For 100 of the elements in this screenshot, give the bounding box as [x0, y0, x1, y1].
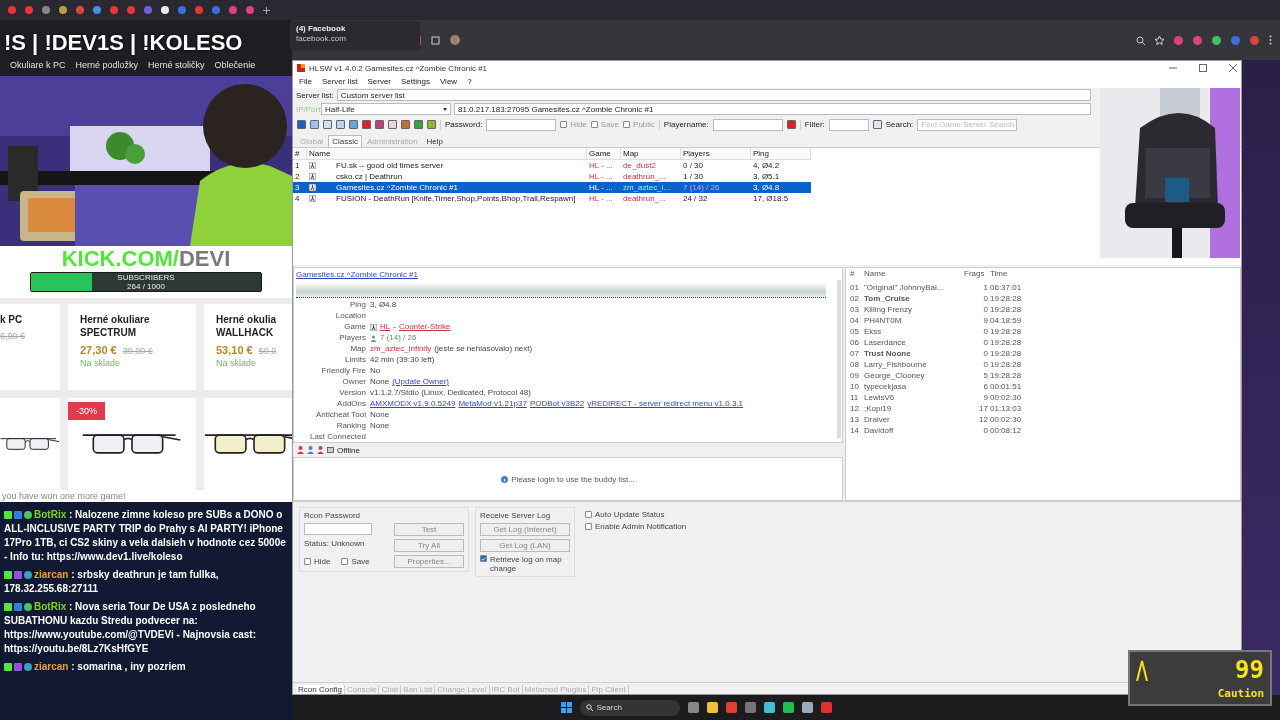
player-name: Ekss [864, 327, 883, 336]
square-icon[interactable] [401, 120, 410, 129]
column-header[interactable]: Map [621, 148, 681, 160]
chat-message: ziarcan : srbsky deathrun je tam fullka, 178.32.255.68:27111 [4, 568, 220, 596]
table-cell-text: 10 [850, 382, 860, 391]
status-dropdown[interactable]: Offline [337, 445, 360, 455]
detail-link[interactable]: yREDIRECT - server redirect menu v1.0.3.1 [587, 399, 744, 409]
plus-icon[interactable] [263, 6, 270, 14]
tab[interactable]: Classic [328, 135, 362, 147]
detail-link[interactable]: MetaMod v1.21p37 [458, 399, 527, 409]
product-name: k PC [0, 314, 24, 325]
product-card[interactable]: k PC 6,00 € [0, 304, 60, 390]
detail-link[interactable]: Counter-Strike [398, 322, 451, 332]
column-header[interactable]: Frags [964, 269, 990, 280]
discount-badge: -30% [68, 402, 105, 420]
table-cell-text: 12 [978, 415, 989, 424]
page-icon[interactable] [872, 120, 882, 129]
windows-icon[interactable] [560, 702, 572, 713]
column-header[interactable]: Game [587, 148, 621, 160]
menu-item[interactable]: Server list [321, 77, 358, 86]
star-icon[interactable] [1155, 35, 1164, 45]
checkbox[interactable] [585, 523, 592, 530]
detail-link[interactable]: (Update Owner) [392, 377, 450, 387]
menu-item[interactable]: ? [467, 77, 472, 86]
table-cell-text: HL - ... [588, 161, 614, 170]
menu-item[interactable]: Server [367, 77, 391, 86]
table-cell: Gamesites.cz ^Zombie Chronic #1 [336, 183, 459, 192]
detail-link[interactable]: AMXMODX v1.9.0.5249 [370, 399, 456, 409]
table-cell-text: 19:28:28 [990, 360, 1023, 369]
detail-link[interactable]: HL [380, 322, 391, 332]
table-row[interactable]: 2 csko.cz | Deathrun HL - ... deathrun_... 1 / 30 3, Ø5.1 [293, 171, 811, 182]
caret-icon [443, 107, 447, 111]
product-card[interactable]: Herné okulia WALLHACK 53,10 € 59,0 Na sklade [204, 304, 292, 390]
nav-link[interactable]: Oblečenie [214, 60, 256, 70]
app-icon[interactable] [801, 702, 813, 713]
app-icon[interactable] [782, 702, 794, 713]
menu-item[interactable]: Settings [401, 77, 430, 86]
table-cell-text: 12 [850, 404, 860, 413]
nav-link[interactable]: Okuliare k PC [10, 60, 66, 70]
checkbox[interactable] [560, 121, 568, 128]
puzzle-icon[interactable] [431, 35, 440, 45]
avatar-icon[interactable] [450, 35, 460, 45]
column-header[interactable]: # [850, 269, 864, 280]
maximize-icon[interactable] [1199, 64, 1207, 72]
page-icon[interactable] [388, 120, 397, 129]
table-row[interactable]: 1 FU.sk -- good old times server HL - ... de_dust2 0 / 30 4, Ø4.2 [293, 160, 811, 171]
table-cell-text: 04:18:59 [990, 316, 1023, 325]
square-icon[interactable] [375, 120, 384, 129]
hud-value: 99 [1235, 656, 1264, 685]
square-icon[interactable] [414, 120, 423, 129]
chat-message: BotRix : Nalozene zimne koleso pre SUBs a DONO o ALL-INCLUSIVE PARTY TRIP do Prahy s AI PARTY! iPhone 17Pro 1TB, ci CS2 skiny a vela dalsieh v hodnote cez 5000e - Info tu: https://www.dev1.live/koleso [4, 508, 287, 564]
zoom-icon[interactable] [1136, 35, 1145, 45]
tab[interactable]: Rcon Config [296, 685, 346, 694]
player-name: Trust Noone [864, 349, 912, 358]
minimize-icon[interactable] [1169, 64, 1177, 72]
app-icon[interactable] [763, 702, 775, 713]
detail-label: Limits [344, 355, 366, 365]
tab-icon[interactable] [59, 6, 67, 14]
checkbox[interactable] [304, 558, 311, 565]
checkbox[interactable] [623, 121, 631, 128]
table-row[interactable]: 3 Gamesites.cz ^Zombie Chronic #1 HL - ... zm_aztec_i... 7 (14) / 26 3, Ø4.8 [293, 182, 811, 193]
table-row[interactable]: 4 FUSION - DeathRun [Knife,Timer,Shop,Points,Bhop,Trail,Respawn] HL - ... deathrun_... 24 / 32 17, Ø18.5 [293, 193, 811, 204]
menu-icon[interactable] [1269, 35, 1272, 45]
app-icon[interactable] [687, 702, 699, 713]
menu-item[interactable]: File [299, 77, 312, 86]
search-field[interactable]: Search [579, 699, 680, 716]
menu-item[interactable]: View [439, 77, 458, 86]
table-cell-text: 0 [982, 360, 989, 369]
product-card[interactable]: Herné okuliare SPECTRUM 27,30 € 39,00 € Na sklade [68, 304, 196, 390]
table-cell: FUSION - DeathRun [Knife,Timer,Shop,Points,Bhop,Trail,Respawn] [336, 194, 576, 203]
checkbox[interactable] [585, 511, 592, 518]
app-icon[interactable] [706, 702, 718, 713]
column-header[interactable]: Time [990, 269, 1030, 280]
table-cell-text: 19:28:28 [990, 338, 1023, 347]
column-header[interactable]: # [293, 148, 307, 160]
player-name: Draiver [864, 415, 891, 424]
window-title: HLSW v1.4.0.2 Gamesites.cz ^Zombie Chronic #1 [309, 63, 489, 73]
channel-url: KICK.COM/DEVI [0, 246, 292, 272]
column-header[interactable]: Name [307, 148, 587, 160]
checkbox[interactable] [341, 558, 349, 565]
checkbox[interactable] [590, 121, 598, 128]
password-field[interactable] [304, 523, 372, 535]
tab-icon[interactable] [161, 6, 169, 14]
column-header[interactable]: Ping [751, 148, 811, 160]
column-header[interactable]: Players [681, 148, 751, 160]
table-cell-text: 1 [294, 161, 301, 170]
server-list-field[interactable]: Custom server list [336, 89, 1091, 101]
password-field[interactable] [486, 118, 557, 131]
nav-link[interactable]: Herné stoličky [148, 60, 205, 70]
detail-link[interactable]: PODBot v3B22 [529, 399, 585, 409]
checkbox-label: Save [351, 557, 370, 566]
table-cell-text: deathrun_... [622, 194, 667, 203]
detail-value: 3, Ø4.8 [370, 300, 397, 310]
group-title: Receive Server Log [480, 511, 552, 520]
checkbox[interactable] [480, 555, 487, 562]
column-header[interactable]: Name [864, 269, 964, 280]
detail-label: Game [343, 322, 366, 332]
server-link[interactable]: Gamesites.cz ^Zombie Chronic #1 [296, 270, 419, 279]
tab[interactable]: Help [422, 135, 448, 147]
nav-link[interactable]: Herné podložky [75, 60, 139, 70]
